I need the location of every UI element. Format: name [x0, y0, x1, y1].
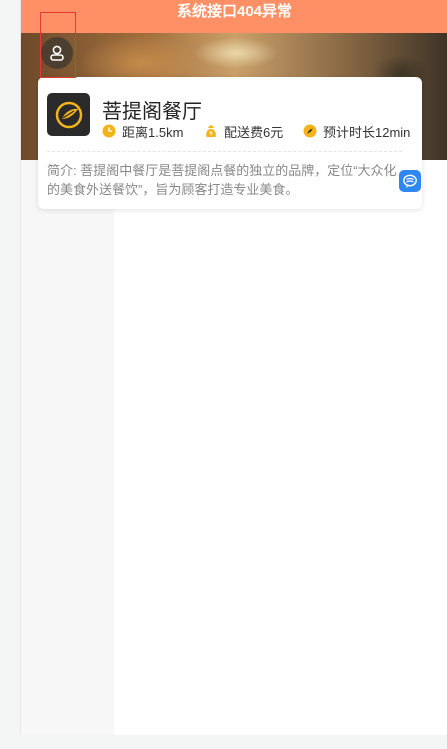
delivery-fee-info: ¥ 配送费6元: [204, 122, 283, 140]
eta-text: 预计时长12min: [323, 124, 411, 140]
distance-info: 距离1.5km: [102, 122, 183, 140]
card-divider: [47, 151, 402, 152]
chat-button[interactable]: [399, 170, 421, 192]
app-screen: 系统接口404异常 菩提阁餐厅 距离1.5km ¥ 配送费6元 预计时长12mi…: [20, 0, 447, 735]
chat-icon: [403, 174, 417, 188]
distance-text: 距离1.5km: [122, 124, 184, 140]
compass-icon: [303, 124, 317, 138]
user-avatar-button[interactable]: [41, 37, 73, 69]
restaurant-logo: [47, 93, 90, 136]
user-icon: [50, 45, 64, 61]
error-banner: 系统接口404异常: [21, 0, 447, 33]
eta-info: 预计时长12min: [303, 122, 410, 140]
shop-info-card: 菩提阁餐厅 距离1.5km ¥ 配送费6元 预计时长12min 简介: 菩提阁中…: [38, 77, 422, 209]
menu-list: [114, 160, 447, 735]
shop-intro: 简介: 菩提阁中餐厅是菩提阁点餐的独立的品牌，定位“大众化的美食外送餐饮”，旨为…: [47, 163, 397, 197]
error-banner-text: 系统接口404异常: [176, 3, 293, 20]
clock-icon: [102, 124, 116, 138]
delivery-fee-text: 配送费6元: [224, 124, 284, 140]
money-bag-icon: ¥: [206, 125, 216, 138]
svg-text:¥: ¥: [209, 131, 213, 138]
category-sidebar: [21, 160, 114, 735]
shop-name: 菩提阁餐厅: [102, 101, 202, 123]
